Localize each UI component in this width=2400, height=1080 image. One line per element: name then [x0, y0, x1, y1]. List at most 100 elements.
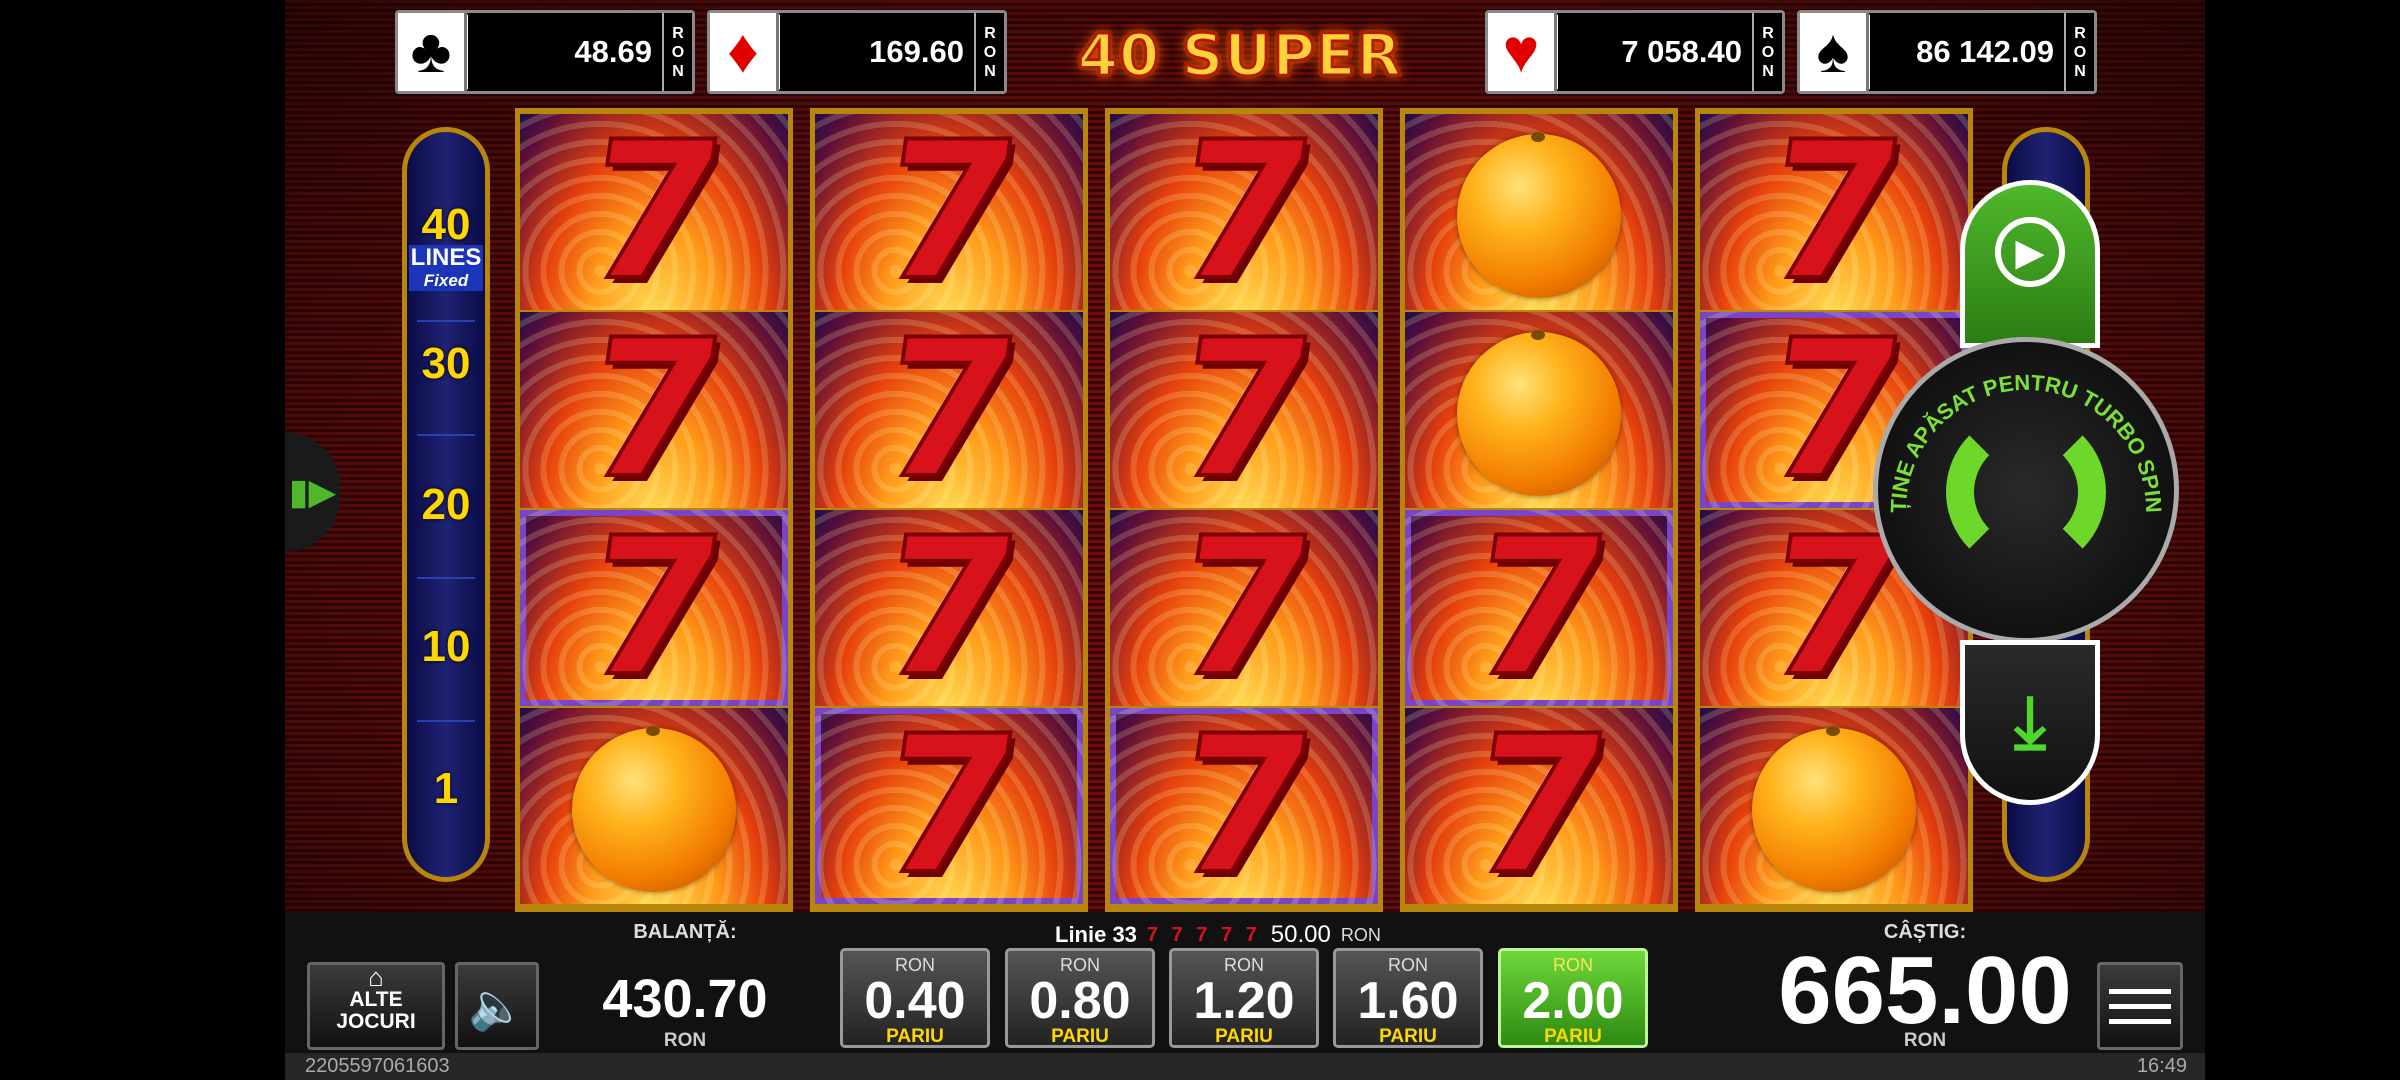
seven-symbol: 7 [1455, 708, 1622, 904]
orange-symbol [1457, 132, 1621, 298]
jackpot-currency: RON [662, 13, 692, 91]
seven-symbol: 7 [1160, 114, 1327, 310]
reel-cell: 7 [815, 708, 1083, 904]
lines-label: LINES [409, 244, 483, 271]
win-currency: RON [1903, 1030, 1947, 1051]
reel-cell [1405, 114, 1673, 310]
reel-cell: 7 [815, 510, 1083, 706]
menu-button[interactable] [2097, 962, 2183, 1050]
reel-4: 77 [1400, 108, 1678, 912]
seven-symbol: 7 [570, 114, 737, 310]
reel-cell: 7 [1110, 312, 1378, 508]
home-icon: ⌂ [368, 962, 384, 992]
bet-button[interactable]: RON 0.80 PARIU [1005, 948, 1155, 1048]
bet-value: 0.40 [864, 972, 966, 1030]
hamburger-icon-bar [2109, 1003, 2171, 1009]
bet-button[interactable]: RON 1.60 PARIU [1333, 948, 1483, 1048]
download-icon: ⤓ [2014, 681, 2046, 762]
bet-value: 1.60 [1357, 972, 1459, 1030]
seven-symbol: 7 [865, 708, 1032, 904]
club-icon: ♣ [398, 13, 467, 91]
orange-symbol [1752, 726, 1916, 892]
jackpot-currency: RON [2064, 13, 2094, 91]
other-games-button[interactable]: ⌂ ALTE JOCURI [307, 962, 445, 1050]
line-amount: 50.00 [1270, 921, 1331, 948]
fixed-label: Fixed [409, 271, 483, 291]
divider [417, 320, 475, 322]
speaker-icon: 🔈 [468, 979, 526, 1032]
line-marker-20: 20 [421, 480, 471, 529]
autoplay-icon: ▶ [1995, 217, 2065, 287]
divider [417, 434, 475, 436]
bet-label: PARIU [1379, 1026, 1437, 1047]
play-pause-icon: ▮▶ [288, 471, 337, 512]
reel-cell: 7 [1110, 708, 1378, 904]
autoplay-button[interactable]: ▶ [1960, 180, 2100, 348]
line-marker-1: 1 [433, 764, 459, 813]
reel-cell: 7 [815, 312, 1083, 508]
line-marker-30: 30 [421, 339, 471, 388]
jackpot-currency: RON [1752, 13, 1782, 91]
seven-symbol: 7 [865, 114, 1032, 310]
bet-value: 2.00 [1522, 972, 1624, 1030]
reel-cell: 7 [1405, 510, 1673, 706]
bet-label: PARIU [886, 1026, 944, 1047]
status-footer: 2205597061603 16:49 [285, 1053, 2205, 1080]
jackpot-diamond: ♦ 169.60 RON [707, 10, 1007, 94]
orange-symbol [1457, 330, 1621, 496]
seven-symbol: 7 [865, 510, 1032, 706]
bet-button[interactable]: RON 1.20 PARIU [1169, 948, 1319, 1048]
spade-icon: ♠ [1800, 13, 1869, 91]
seven-symbol: 7 [1160, 708, 1327, 904]
seven-symbol: 7 [1750, 114, 1917, 310]
heart-icon: ♥ [1488, 13, 1557, 91]
jackpot-amount: 169.60 [780, 13, 974, 91]
line-symbols: 7 7 7 7 7 [1146, 923, 1261, 946]
balance-value: 430.70 [602, 969, 768, 1029]
other-games-label-1: ALTE [349, 988, 403, 1011]
reel-cell: 7 [1110, 510, 1378, 706]
hamburger-icon-bar [2109, 1018, 2171, 1024]
bet-label: PARIU [1215, 1026, 1273, 1047]
seven-symbol: 7 [570, 510, 737, 706]
spin-button[interactable]: ȚINE APĂSAT PENTRU TURBO SPIN [1873, 337, 2179, 643]
reel-2: 7777 [810, 108, 1088, 912]
diamond-icon: ♦ [710, 13, 779, 91]
jackpot-amount: 48.69 [468, 13, 662, 91]
collect-button[interactable]: ⤓ [1960, 640, 2100, 805]
game-title: 40 SUPER HOT [1076, 20, 1403, 173]
reel-cell: 7 [520, 312, 788, 508]
other-games-label-2: JOCURI [336, 1010, 416, 1033]
reel-3: 7777 [1105, 108, 1383, 912]
reel-cell: 7 [815, 114, 1083, 310]
reel-cell [1700, 708, 1968, 904]
bet-button[interactable]: RON 2.00 PARIU [1498, 948, 1648, 1048]
reel-1: 777 [515, 108, 793, 912]
jackpot-currency: RON [974, 13, 1004, 91]
seven-symbol: 7 [865, 312, 1032, 508]
session-id: 2205597061603 [305, 1055, 450, 1077]
bet-button[interactable]: RON 0.40 PARIU [840, 948, 990, 1048]
lines-panel: 40 LINES Fixed 30 20 10 1 [402, 127, 490, 882]
reel-cell: 7 [520, 510, 788, 706]
jackpot-club: ♣ 48.69 RON [395, 10, 695, 94]
hamburger-icon-bar [2109, 988, 2171, 994]
bet-value: 0.80 [1029, 972, 1131, 1030]
orange-symbol [572, 726, 736, 892]
reel-cell: 7 [1405, 708, 1673, 904]
reel-cell [1405, 312, 1673, 508]
reel-cell: 7 [1110, 114, 1378, 310]
line-currency: RON [1340, 924, 1381, 945]
reel-cell [520, 708, 788, 904]
seven-symbol: 7 [570, 312, 737, 508]
bet-label: PARIU [1051, 1026, 1109, 1047]
bet-value: 1.20 [1193, 972, 1295, 1030]
seven-symbol: 7 [1160, 312, 1327, 508]
sound-button[interactable]: 🔈 [455, 962, 539, 1050]
jackpot-spade: ♠ 86 142.09 RON [1797, 10, 2097, 94]
side-menu-toggle[interactable]: ▮▶ [285, 432, 340, 552]
line-marker-10: 10 [421, 622, 471, 671]
game-screen: ♣ 48.69 RON ♦ 169.60 RON 40 SUPER HOT ♥ … [285, 0, 2205, 1080]
seven-symbol: 7 [1455, 510, 1622, 706]
reel-cell: 7 [520, 114, 788, 310]
